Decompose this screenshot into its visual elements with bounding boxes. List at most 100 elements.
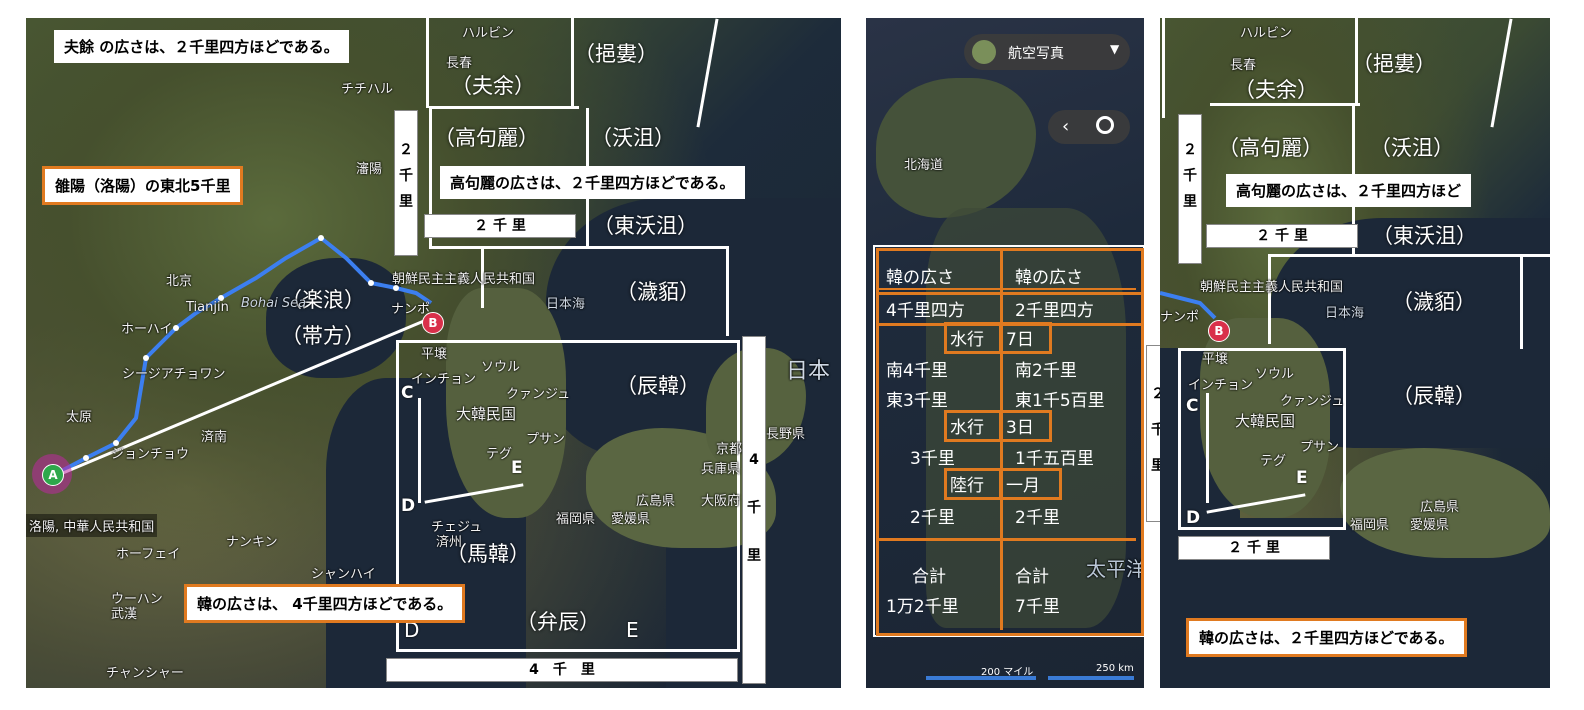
right-boundary-line [1268,254,1550,257]
region-okuso: （沃沮） [591,126,675,150]
right-place-hiroshima: 広島県 [1420,500,1460,515]
place-beijing: 北京 [166,274,193,289]
region-wai: （濊貊） [616,280,700,304]
region-koguri: （高句麗） [434,126,539,150]
marker-a-pin: A [42,464,64,486]
table-sea2-b: 3日 [1006,418,1034,438]
right-place-daegu: テグ [1260,454,1287,469]
right-map[interactable]: （夫余） （挹婁） （高句麗） （沃沮） （東沃沮） （濊貊） （辰韓） ハルビ… [1160,18,1550,688]
right-measure-h-2000-top: ２ 千 里 [1206,224,1358,248]
table-south-right: 南2千里 [1015,361,1077,381]
table-size-left: 4千里四方 [886,301,965,321]
place-osaka: 大阪府 [701,494,741,509]
right-region-koguri: （高句麗） [1218,136,1323,160]
right-measure-v-2000: ２ 千 里 [1178,114,1202,264]
place-shijiazhuang: シージアチョワン [122,367,226,382]
scale-bar-miles [926,676,1036,680]
place-jinan: 済南 [201,430,228,445]
right-region-yuro: （挹婁） [1352,52,1436,76]
right-letter-d: D [1186,508,1201,528]
right-marker-b[interactable]: B [1208,320,1230,342]
right-place-dprk: 朝鮮民主主義人民共和国 [1200,280,1344,295]
place-wuhan-kanji: 武漢 [111,607,138,622]
table-divider-h [878,538,1136,541]
table-east-right: 東1千5百里 [1015,391,1105,411]
measure-v-2000-c2: 千 [399,168,413,184]
measure-v-4000-c2: 千 [747,500,761,516]
table-south-left: 南4千里 [886,361,948,381]
region-shinkan: （辰韓） [616,374,700,398]
place-changsha: チャンシャー [106,666,184,681]
place-nampo: ナンポ [391,302,431,317]
place-tianjin: Tianjin [186,300,229,315]
right-region-fuyo: （夫余） [1234,78,1318,102]
place-japan: 日本 [786,359,831,384]
marker-b[interactable]: B [422,312,444,334]
location-icon[interactable] [1096,116,1114,134]
measure-h-2000: ２ 千 里 [424,214,576,238]
note-kan-area: 韓の広さは、 4千里四方ほどである。 [184,584,466,623]
table-total-right-label: 合計 [1015,567,1049,587]
place-nanjing: ナンキン [226,535,278,550]
chevron-left-icon[interactable]: ‹ [1062,116,1069,137]
right-place-japan-sea: 日本海 [1325,306,1365,321]
place-jeju-kanji: 済州 [436,535,463,550]
place-shenyang: 瀋陽 [356,162,383,177]
table-r4-left: 2千里 [910,508,955,528]
note-rakuyo-ne: 雒陽（洛陽）の東北5千里 [42,166,244,205]
left-map[interactable]: （夫余） （挹婁） （高句麗） （沃沮） （東沃沮） （濊貊） （楽浪） （帯方… [26,18,841,688]
place-hokkaido: 北海道 [904,158,944,173]
place-incheon: インチョン [411,372,477,387]
right-place-pyongyang: 平壌 [1202,352,1229,367]
marker-a[interactable]: A [32,454,72,494]
place-nagano: 長野県 [766,427,806,442]
measure-v-4000-c1: 4 [749,452,759,468]
place-luoyang: 洛陽, 中華人民共和国 [26,514,158,537]
right-region-higashi-okuso: （東沃沮） [1372,224,1477,248]
table-head-right: 韓の広さ [1015,268,1083,288]
table-land-a: 陸行 [950,476,984,496]
right-place-busan: プサン [1300,440,1340,455]
measure-v-2000-c1: ２ [399,142,413,158]
layer-button[interactable]: 航空写真 ▼ [964,34,1130,70]
place-pyongyang: 平壌 [421,347,448,362]
table-r3-left: 3千里 [910,449,955,469]
right-place-harbin: ハルビン [1240,26,1293,41]
region-taiho: （帯方） [281,324,365,348]
table-sea1-b: 7日 [1006,330,1034,350]
region-yuro: （挹婁） [574,42,658,66]
right-place-korea: 大韓民国 [1235,412,1296,430]
place-fukuoka: 福岡県 [556,512,596,527]
table-r4-right: 2千里 [1015,508,1060,528]
right-boundary-line [1162,18,1165,118]
right-measure-h-2000-bottom: ２ 千 里 [1178,536,1330,560]
place-zhengzhou: ジョンチョウ [111,447,190,462]
right-region-shinkan: （辰韓） [1392,384,1476,408]
layer-button-label: 航空写真 [1008,46,1064,62]
nav-control[interactable]: ‹ [1048,110,1130,144]
place-gwangju: クァンジュ [506,387,571,402]
right-boundary-line [1268,254,1271,344]
letter-e2: E [626,618,639,642]
hokkaido-land [876,78,1036,218]
right-place-gwangju: クァンジュ [1280,394,1345,409]
c-d-line [418,398,421,503]
place-harbin: ハルビン [462,26,515,41]
right-place-incheon: インチョン [1188,378,1254,393]
measure-v-2000-c3: 里 [399,194,413,210]
place-hiroshima: 広島県 [636,494,676,509]
measure-v-2000: ２ 千 里 [394,110,418,256]
letter-d: D [401,496,416,516]
right-place-nampo: ナンポ [1160,310,1200,325]
scale-bar-km [1048,676,1134,680]
place-hohhot: ホーハイ [121,322,173,337]
right-measure-v-c2: 千 [1183,168,1197,184]
table-r3-right: 1千五百里 [1015,449,1094,469]
boundary-line [429,106,579,109]
table-total-left-value: 1万2千里 [886,597,959,617]
place-korea: 大韓民国 [456,405,517,423]
right-place-changchun: 長春 [1230,58,1257,73]
place-busan: プサン [526,432,566,447]
letter-e: E [511,458,523,478]
place-daegu: テグ [486,447,513,462]
